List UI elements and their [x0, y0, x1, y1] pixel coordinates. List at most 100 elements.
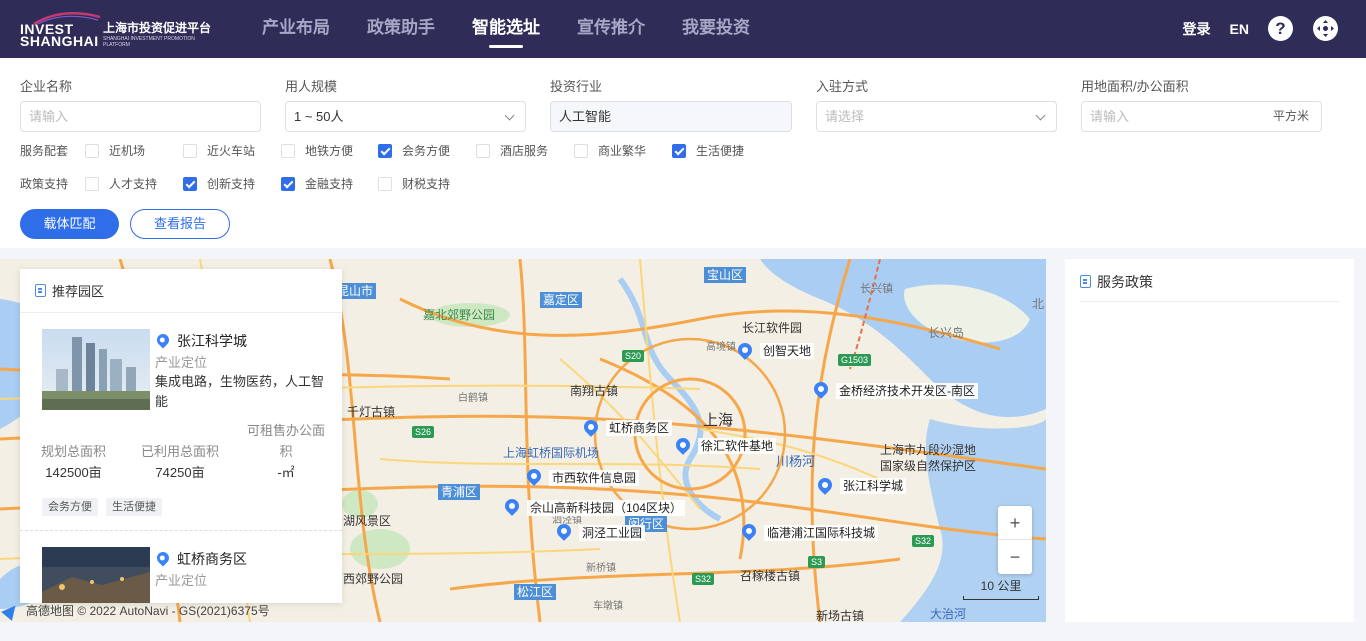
nav-smart-site-selection[interactable]: 智能选址 [472, 17, 540, 48]
park-thumbnail [42, 329, 150, 410]
entry-mode-placeholder: 请选择 [825, 109, 865, 124]
map-label: 南翔古镇 [570, 384, 619, 398]
poi-label[interactable]: 徐汇软件基地 [698, 438, 777, 454]
map-label: 白鹤镇 [458, 393, 488, 404]
park-thumbnail [42, 547, 150, 603]
location-pin-icon [154, 331, 172, 349]
chevron-down-icon [504, 110, 515, 121]
zoom-out-button[interactable]: − [998, 540, 1032, 574]
checkbox-near-airport[interactable]: 近机场 [85, 142, 145, 159]
checkbox-finance[interactable]: 金融支持 [281, 175, 353, 192]
service-policy-title: 服务政策 [1097, 274, 1153, 290]
park-tags: 会务方便 生活便捷 [42, 498, 170, 516]
poi-label[interactable]: 临港浦江国际科技城 [764, 525, 879, 541]
industry-select[interactable]: 人工智能 [550, 101, 792, 132]
positioning-label: 产业定位 [155, 573, 208, 588]
copyright-text: 高德地图 © 2022 AutoNavi - GS(2021)6375号 [26, 604, 270, 618]
poi-label[interactable]: 佘山高新科技园（104区块） [527, 500, 686, 516]
tag: 生活便捷 [106, 498, 162, 516]
language-switch[interactable]: EN [1230, 21, 1249, 37]
checkbox-talent[interactable]: 人才支持 [85, 175, 157, 192]
industry-label: 投资行业 [550, 79, 603, 94]
checkbox-label: 人才支持 [109, 177, 158, 191]
checkbox-metro[interactable]: 地铁方便 [281, 142, 353, 159]
match-button[interactable]: 载体匹配 [20, 209, 119, 239]
map-label: 长兴岛 [928, 326, 965, 340]
map-label: 北 [1032, 297, 1045, 311]
stat-value: 142500亩 [45, 465, 102, 480]
checkbox-label: 生活便捷 [696, 144, 745, 158]
checkbox-label: 财税支持 [402, 177, 451, 191]
poi-label[interactable]: 市西软件信息园 [549, 470, 640, 486]
map-label: 上海市九段沙湿地国家级自然保护区 [880, 443, 977, 473]
service-policy-header: 服务政策 [1080, 272, 1339, 302]
map-label: 召稼楼古镇 [740, 569, 801, 583]
zoom-in-button[interactable]: + [998, 506, 1032, 540]
park-card[interactable]: 虹桥商务区 产业定位 [20, 531, 342, 603]
poi-label[interactable]: 金桥经济技术开发区-南区 [836, 383, 978, 399]
checkbox-hotel[interactable]: 酒店服务 [476, 142, 548, 159]
company-name-input[interactable]: 请输入 [20, 101, 261, 132]
poi-label[interactable]: 创智天地 [760, 343, 815, 359]
stat-label: 可租售办公面积 [246, 423, 325, 459]
document-icon [1080, 275, 1091, 288]
map-label: 西郊野公园 [343, 572, 404, 586]
logo[interactable]: INVEST SHANGHAI 上海市投资促进平台 SHANGHAI INVES… [20, 11, 212, 49]
map-label: 大治河 [930, 607, 967, 621]
park-card[interactable]: 张江科学城 产业定位 集成电路，生物医药，人工智能 规划总面积 142500亩 … [20, 313, 342, 531]
question-icon[interactable]: ? [1268, 16, 1293, 41]
map-label: 长江软件园 [742, 321, 803, 335]
logo-text-cn: 上海市投资促进平台 [103, 21, 212, 35]
stat-used-area: 已利用总面积 74250亩 [127, 420, 233, 483]
stat-value: 74250亩 [155, 465, 205, 480]
company-name-label: 企业名称 [20, 79, 73, 94]
park-name[interactable]: 张江科学城 [177, 331, 247, 351]
nav-industry-layout[interactable]: 产业布局 [262, 17, 330, 39]
poi-label[interactable]: 虹桥商务区 [606, 420, 673, 436]
nav-policy-assistant[interactable]: 政策助手 [367, 17, 435, 39]
stat-planned-area: 规划总面积 142500亩 [20, 420, 127, 483]
district-label: 青浦区 [438, 484, 481, 500]
checkbox-label: 近机场 [109, 144, 146, 158]
stat-value: -㎡ [277, 465, 295, 480]
checkbox-living[interactable]: 生活便捷 [672, 142, 744, 159]
map-label: 川杨河 [776, 454, 816, 469]
area-input[interactable]: 请输入 平方米 [1081, 101, 1322, 132]
district-label: 嘉定区 [540, 292, 583, 308]
road-badge: S20 [622, 350, 645, 362]
document-icon [35, 284, 46, 297]
logo-text-en-sub: SHANGHAI INVESTMENT PROMOTION PLATFORM [103, 36, 195, 48]
checkbox-tax[interactable]: 财税支持 [378, 175, 450, 192]
view-report-button[interactable]: 查看报告 [130, 209, 230, 239]
tag: 会务方便 [42, 498, 98, 516]
map-label: 车墩镇 [593, 601, 623, 612]
checkbox-commerce[interactable]: 商业繁华 [574, 142, 646, 159]
login-link[interactable]: 登录 [1183, 19, 1211, 39]
checkbox-conference[interactable]: 会务方便 [378, 142, 450, 159]
road-badge: G1503 [838, 354, 872, 366]
poi-label[interactable]: 张江科学城 [840, 478, 907, 494]
district-label: 松江区 [514, 584, 557, 600]
recommended-parks-title: 推荐园区 [52, 284, 105, 299]
stat-office-area: 可租售办公面积 -㎡ [233, 420, 331, 483]
park-name[interactable]: 虹桥商务区 [177, 549, 247, 569]
stat-label: 规划总面积 [40, 444, 106, 459]
logo-text-shanghai: SHANGHAI [20, 33, 99, 49]
service-label: 服务配套 [20, 144, 69, 158]
checkbox-label: 金融支持 [305, 177, 354, 191]
industry-value: 人工智能 [559, 109, 612, 124]
fullscreen-icon[interactable] [1313, 16, 1338, 41]
nav-promotion[interactable]: 宣传推介 [577, 17, 645, 39]
nav-invest[interactable]: 我要投资 [682, 17, 750, 39]
checkbox-innovation[interactable]: 创新支持 [183, 175, 255, 192]
checkbox-label: 会务方便 [402, 144, 451, 158]
staff-size-select[interactable]: 1 ~ 50人 [285, 101, 526, 132]
road-badge: S32 [912, 535, 935, 547]
checkbox-near-train-station[interactable]: 近火车站 [183, 142, 255, 159]
area-placeholder: 请输入 [1090, 109, 1130, 124]
poi-label[interactable]: 洞泾工业园 [579, 525, 646, 541]
map-label: 高境镇 [706, 342, 736, 353]
entry-mode-select[interactable]: 请选择 [816, 101, 1057, 132]
filter-panel: 企业名称 请输入 用人规模 1 ~ 50人 投资行业 人工智能 入驻方式 请选择… [0, 58, 1366, 248]
area-unit: 平方米 [1272, 109, 1309, 123]
